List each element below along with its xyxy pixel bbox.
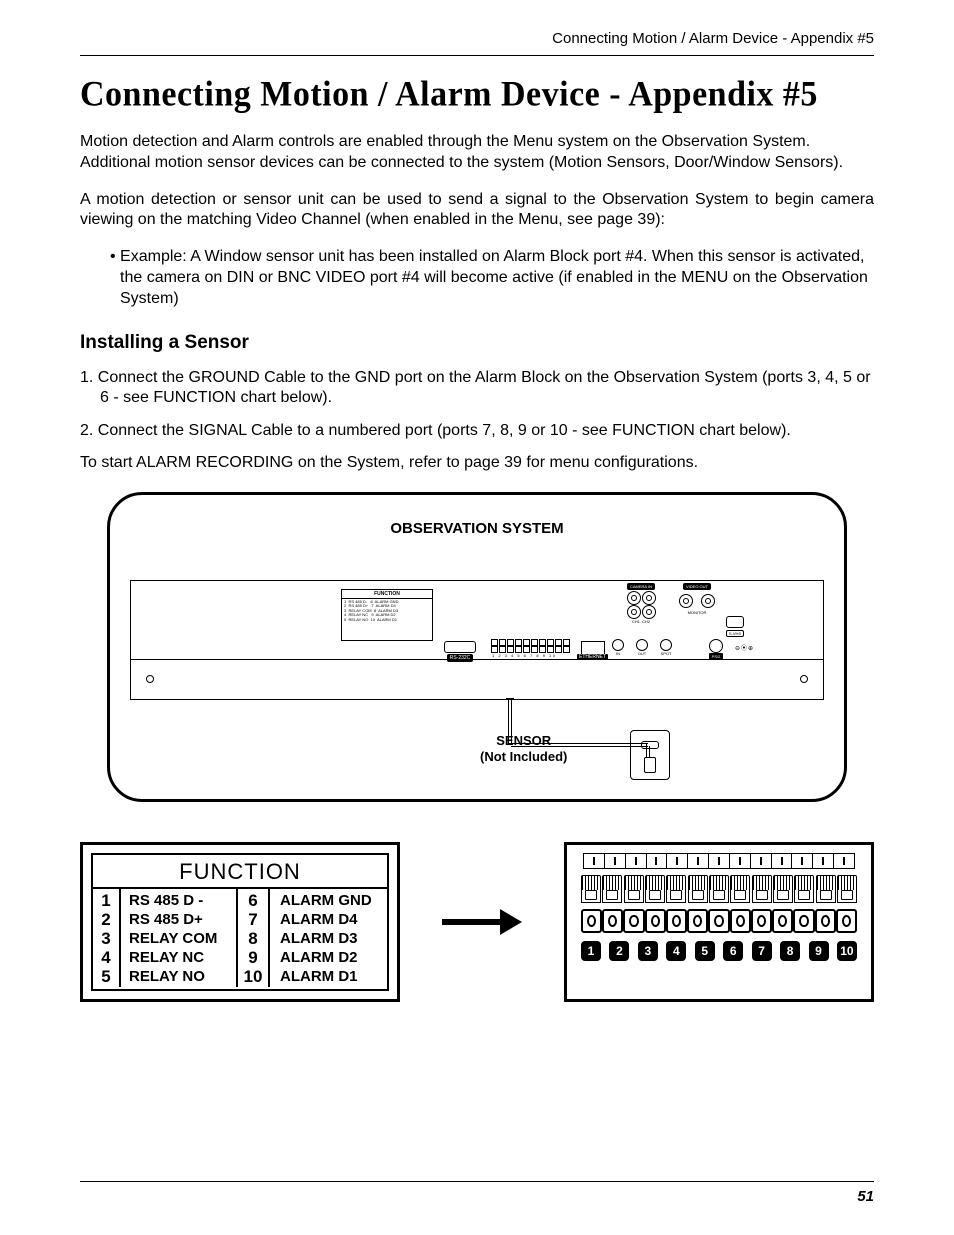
arrow-icon (442, 909, 522, 935)
example-bullet: • Example: A Window sensor unit has been… (110, 247, 874, 309)
observation-system-diagram: OBSERVATION SYSTEM FUNCTION 1 RS 485 D- … (107, 492, 847, 802)
power-icons: ⊖⦿⊕ (735, 643, 754, 652)
ps2-block: PS/2 (701, 639, 731, 660)
audio-jacks: IN OUT SPOT (611, 639, 673, 656)
intro-paragraph-1: Motion detection and Alarm controls are … (80, 132, 874, 174)
footer-rule (80, 1181, 874, 1182)
function-chart: FUNCTION 1 2 3 4 5 RS 485 D - RS 485 D+ … (80, 842, 400, 1002)
sensor-caption-line2: (Not Included) (480, 749, 567, 764)
obs-rear-panel: FUNCTION 1 RS 485 D- 6 ALARM GND 2 RS 48… (130, 580, 824, 700)
mini-function-header: FUNCTION (342, 590, 432, 599)
sensor-caption: SENSOR (Not Included) (480, 733, 567, 764)
obs-diagram-title: OBSERVATION SYSTEM (110, 520, 844, 537)
spot-label: SPOT (659, 651, 673, 656)
audio-in-label: IN (611, 651, 625, 656)
rs232-port: RS-232C (441, 641, 479, 656)
video-out-label: VIDEO OUT (683, 583, 711, 590)
function-right-nums: 6 7 8 9 10 (238, 889, 270, 987)
lower-diagram-row: FUNCTION 1 2 3 4 5 RS 485 D - RS 485 D+ … (80, 842, 874, 1002)
sensor-device-icon (630, 730, 670, 780)
intro-paragraph-2: A motion detection or sensor unit can be… (80, 190, 874, 232)
camera-in-label: CAMERA IN (627, 583, 655, 590)
running-header: Connecting Motion / Alarm Device - Appen… (80, 30, 874, 47)
camera-in-block: CAMERA IN CH1 CH2 (611, 583, 671, 624)
mini-function-table: FUNCTION 1 RS 485 D- 6 ALARM GND 2 RS 48… (341, 589, 433, 641)
function-chart-title: FUNCTION (93, 855, 387, 889)
page-title: Connecting Motion / Alarm Device - Appen… (80, 75, 874, 115)
sensor-caption-line1: SENSOR (496, 733, 551, 748)
step-1: 1. Connect the GROUND Cable to the GND p… (80, 368, 874, 410)
mini-terminal-numbers: 1 2 3 4 5 6 7 8 9 10 (491, 653, 576, 658)
terminal-number-row: 1 2 3 4 5 6 7 8 9 10 (581, 941, 857, 961)
svhs-block: S-VHS (721, 616, 749, 637)
function-left-labels: RS 485 D - RS 485 D+ RELAY COM RELAY NC … (121, 889, 238, 987)
svhs-label: S-VHS (726, 630, 744, 637)
audio-out-label: OUT (635, 651, 649, 656)
header-rule (80, 55, 874, 56)
mini-terminal-block: 1 2 3 4 5 6 7 8 9 10 (491, 639, 576, 657)
mini-function-rows: 1 RS 485 D- 6 ALARM GND 2 RS 485 D+ 7 AL… (342, 599, 432, 624)
reference-line: To start ALARM RECORDING on the System, … (80, 454, 874, 472)
terminal-block-diagram: 1 2 3 4 5 6 7 8 9 10 (564, 842, 874, 1002)
video-out-block: VIDEO OUT MONITOR (676, 583, 718, 615)
ethernet-port (581, 641, 605, 655)
step-2: 2. Connect the SIGNAL Cable to a numbere… (80, 421, 874, 442)
terminal-hole-row (581, 909, 857, 933)
monitor-label: MONITOR (676, 610, 718, 615)
page-number: 51 (80, 1188, 874, 1205)
terminal-top-bar (583, 853, 855, 869)
function-right-labels: ALARM GND ALARM D4 ALARM D3 ALARM D2 ALA… (270, 889, 387, 987)
section-heading-installing: Installing a Sensor (80, 332, 874, 354)
function-left-nums: 1 2 3 4 5 (93, 889, 121, 987)
terminal-screw-row (581, 875, 857, 903)
